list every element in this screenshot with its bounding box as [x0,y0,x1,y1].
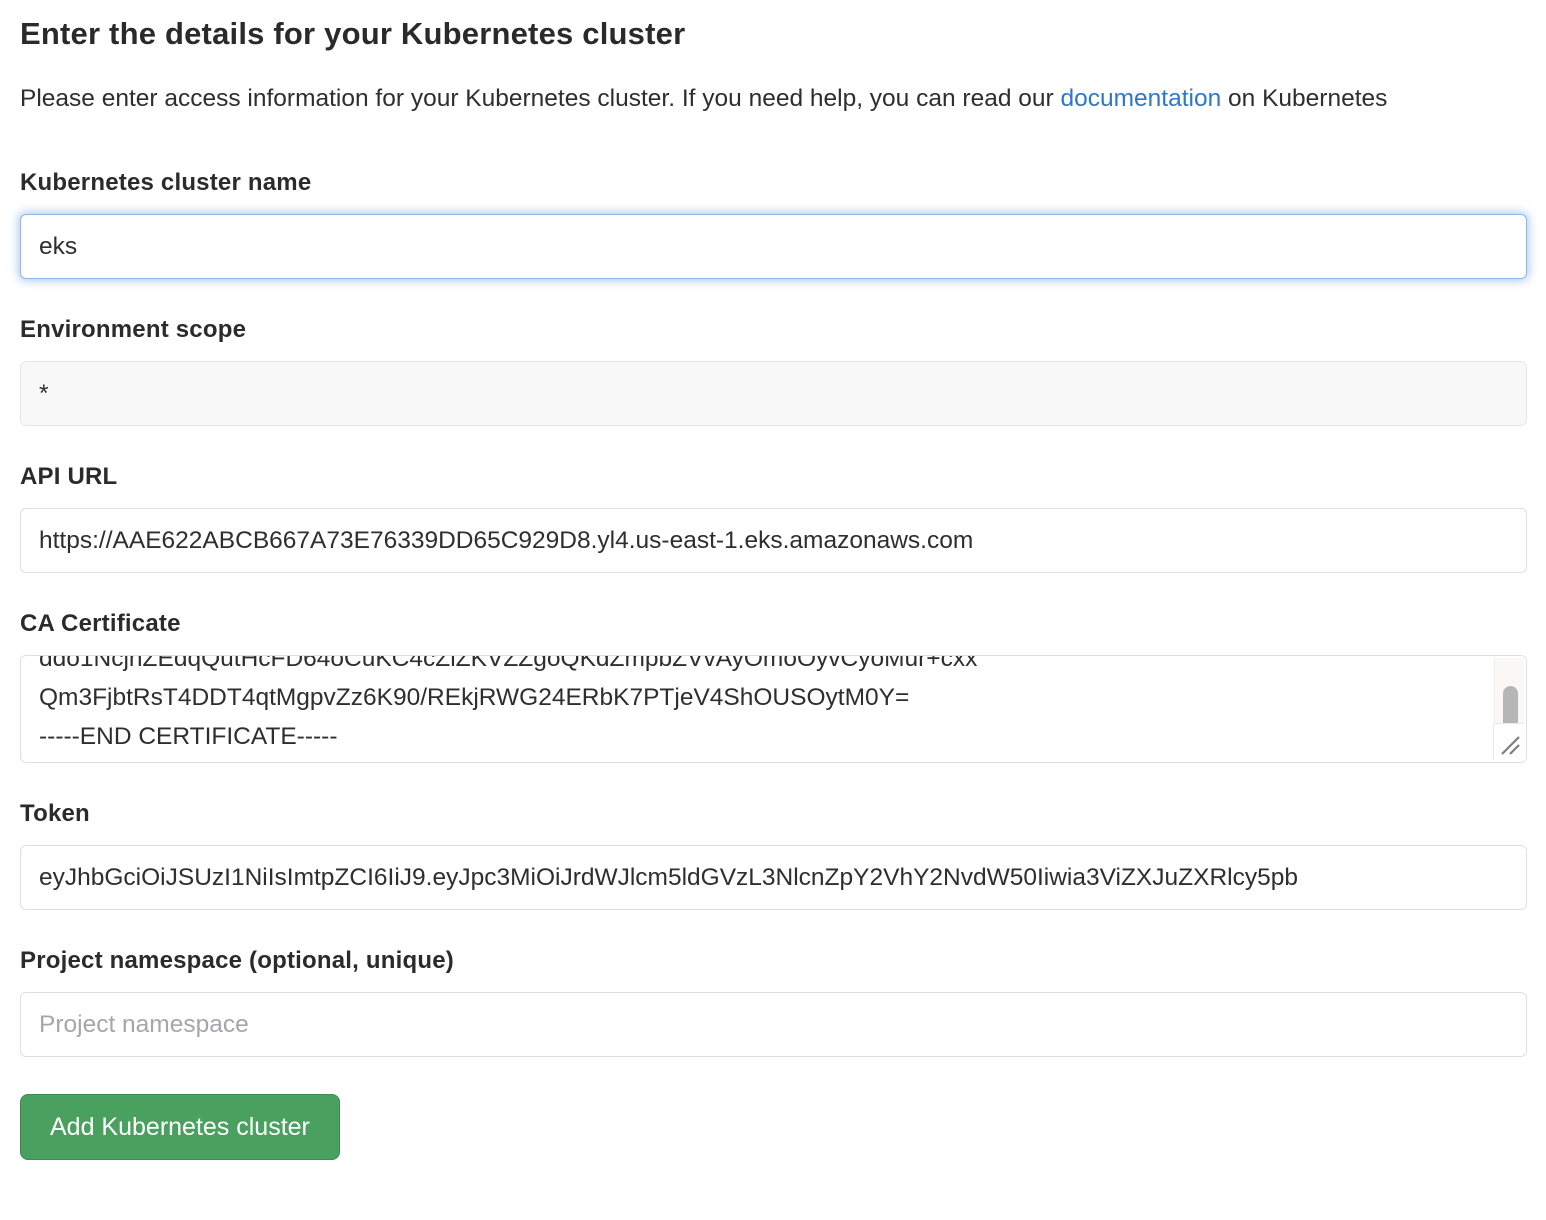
intro-text: Please enter access information for your… [20,79,1500,119]
api-url-input[interactable] [20,508,1527,573]
token-group: Token [20,800,1527,910]
add-kubernetes-cluster-button[interactable]: Add Kubernetes cluster [20,1094,340,1160]
token-input[interactable] [20,845,1527,910]
api-url-label: API URL [20,463,1527,491]
intro-before-link: Please enter access information for your… [20,85,1060,112]
ca-certificate-line-2: Qm3FjbtRsT4DDT4qtMgpvZz6K90/REkjRWG24ERb… [39,678,1474,717]
environment-scope-label: Environment scope [20,316,1527,344]
api-url-group: API URL [20,463,1527,573]
ca-certificate-group: CA Certificate ddo1NcjhZEdqQutHcFD64oCuK… [20,610,1527,763]
project-namespace-label: Project namespace (optional, unique) [20,947,1527,975]
intro-after-link: on Kubernetes [1221,85,1387,112]
cluster-name-group: Kubernetes cluster name [20,169,1527,279]
cluster-name-label: Kubernetes cluster name [20,169,1527,197]
textarea-scrollbar-track[interactable] [1494,658,1524,723]
page-title: Enter the details for your Kubernetes cl… [20,16,1527,52]
environment-scope-group: Environment scope [20,316,1527,426]
ca-certificate-line-3: -----END CERTIFICATE----- [39,717,1474,756]
add-kubernetes-cluster-form: Enter the details for your Kubernetes cl… [0,0,1546,1220]
project-namespace-input[interactable] [20,992,1527,1057]
documentation-link[interactable]: documentation [1060,85,1221,112]
textarea-resize-grip-icon[interactable] [1493,723,1524,760]
ca-certificate-content: ddo1NcjhZEdqQutHcFD64oCuKC4cZlZKVZZgoQKd… [21,656,1492,762]
token-label: Token [20,800,1527,828]
cluster-name-input[interactable] [20,214,1527,279]
ca-certificate-label: CA Certificate [20,610,1527,638]
ca-certificate-textarea[interactable]: ddo1NcjhZEdqQutHcFD64oCuKC4cZlZKVZZgoQKd… [20,655,1527,763]
environment-scope-input [20,361,1527,426]
ca-certificate-line-clipped: ddo1NcjhZEdqQutHcFD64oCuKC4cZlZKVZZgoQKd… [39,656,1474,678]
project-namespace-group: Project namespace (optional, unique) [20,947,1527,1057]
